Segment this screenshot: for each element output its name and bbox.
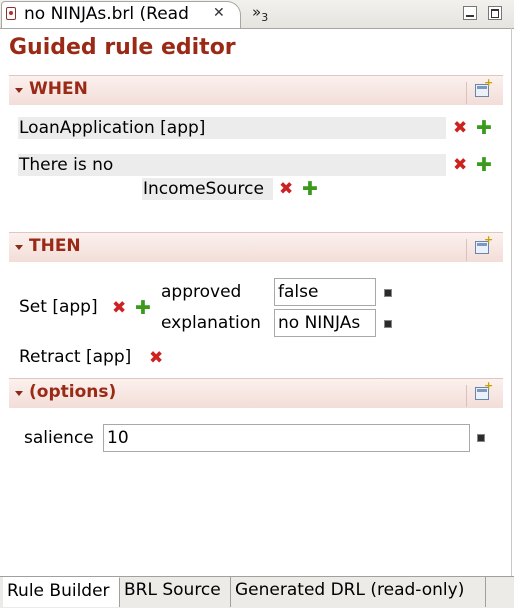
collapse-triangle-icon[interactable] — [15, 391, 23, 396]
minimize-icon[interactable] — [463, 6, 477, 20]
explanation-value-field[interactable]: no NINJAs — [274, 309, 376, 337]
add-condition-icon[interactable] — [475, 76, 493, 97]
condition-pattern[interactable]: LoanApplication [app] — [19, 118, 205, 138]
options-label: (options) — [29, 382, 117, 402]
delete-condition-icon[interactable]: ✖ — [453, 157, 467, 174]
editor-tab-title[interactable]: no NINJAs.brl (Read — [24, 4, 189, 24]
add-field-icon[interactable]: ✚ — [476, 156, 492, 175]
add-action-icon[interactable] — [475, 233, 493, 254]
header-separator — [466, 82, 467, 104]
field-options-icon[interactable] — [384, 320, 392, 328]
add-nested-field-icon[interactable]: ✚ — [302, 180, 318, 199]
field-name-approved: approved — [161, 282, 242, 302]
when-label: WHEN — [29, 79, 88, 99]
delete-condition-icon[interactable]: ✖ — [453, 120, 467, 137]
then-section-header[interactable]: THEN — [9, 232, 503, 262]
nested-pattern[interactable]: IncomeSource — [143, 179, 264, 199]
tab-rule-builder[interactable]: Rule Builder — [3, 577, 120, 607]
editor-border — [511, 28, 512, 576]
page-title: Guided rule editor — [9, 35, 236, 60]
add-attribute-icon[interactable] — [475, 379, 493, 400]
editor-page-tabs: Rule Builder BRL Source Generated DRL (r… — [0, 576, 514, 608]
attribute-options-icon[interactable] — [477, 434, 485, 442]
collapse-triangle-icon[interactable] — [15, 88, 23, 93]
set-action-label[interactable]: Set [app] — [19, 297, 98, 317]
overflow-count: 3 — [261, 11, 269, 24]
tab-close-icon[interactable]: ✕ — [213, 5, 225, 21]
rule-file-icon — [6, 7, 16, 20]
maximize-icon[interactable] — [488, 6, 502, 20]
retract-action-label[interactable]: Retract [app] — [19, 347, 131, 367]
attribute-name-salience: salience — [24, 428, 94, 448]
tab-brl-source[interactable]: BRL Source — [120, 577, 231, 607]
add-field-icon[interactable]: ✚ — [476, 119, 492, 138]
tab-generated-drl[interactable]: Generated DRL (read-only) — [231, 577, 486, 607]
chevron-right-double-icon: » — [252, 3, 262, 21]
header-separator — [466, 385, 467, 407]
field-options-icon[interactable] — [384, 289, 392, 297]
tab-overflow-button[interactable]: »3 — [252, 3, 268, 24]
collapse-triangle-icon[interactable] — [15, 245, 23, 250]
add-action-field-icon[interactable]: ✚ — [135, 299, 151, 318]
approved-value-field[interactable]: false — [274, 278, 376, 306]
delete-action-icon[interactable]: ✖ — [112, 300, 126, 317]
then-label: THEN — [29, 236, 81, 256]
delete-retract-icon[interactable]: ✖ — [149, 350, 163, 367]
delete-nested-pattern-icon[interactable]: ✖ — [279, 181, 293, 198]
when-section-header[interactable]: WHEN — [9, 75, 503, 105]
salience-value-field[interactable]: 10 — [103, 424, 470, 452]
condition-not-exists[interactable]: There is no — [19, 155, 113, 175]
field-name-explanation: explanation — [161, 313, 261, 333]
options-section-header[interactable]: (options) — [9, 378, 503, 408]
header-separator — [466, 239, 467, 261]
